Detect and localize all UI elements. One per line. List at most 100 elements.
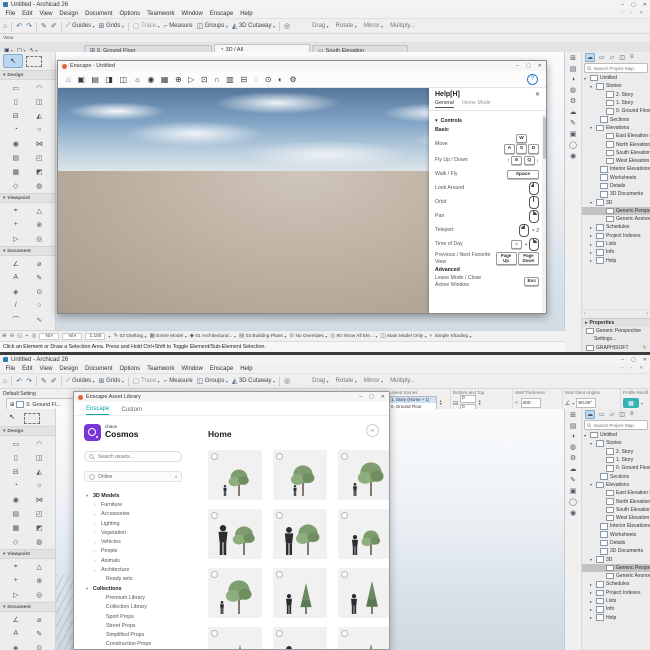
project-map-view-icon[interactable]: ◫	[618, 54, 626, 61]
design-tool-icon[interactable]: ◇	[7, 535, 25, 548]
palette-icon[interactable]: ▤	[570, 65, 577, 73]
project-map-view-icon[interactable]: ▱	[609, 411, 616, 418]
project-map-item[interactable]: ▸ Project Indexes	[582, 232, 650, 240]
story-top-option[interactable]: 1. Story (Home + 1)	[390, 397, 436, 404]
project-map-item[interactable]: ▾ Elevations	[582, 124, 650, 132]
home-icon[interactable]: ⌂	[66, 75, 71, 84]
expander-icon[interactable]: ▾	[590, 200, 594, 205]
profile-modifier-chip[interactable]: ▦	[623, 398, 639, 408]
help-scrollbar[interactable]	[542, 114, 546, 313]
trace-button[interactable]: ▢Trace▾	[133, 22, 160, 30]
design-tool-icon[interactable]: ▦	[7, 521, 25, 534]
stepper-icon[interactable]: ▲▼	[478, 400, 481, 407]
project-map-item[interactable]: South Elevation (Auto-...	[582, 149, 650, 157]
zoom-field[interactable]: N/A	[39, 333, 59, 340]
palette-icon[interactable]: ◑	[571, 433, 575, 440]
project-map-item[interactable]: Sections	[582, 115, 650, 123]
enscape-close-button[interactable]: ✕	[538, 63, 542, 69]
menu-item[interactable]: File	[2, 11, 19, 17]
scroll-right-icon[interactable]: ›	[646, 311, 648, 317]
palette-icon[interactable]: ◯	[569, 141, 577, 149]
palette-icon[interactable]: ◍	[570, 443, 576, 451]
asset-category-item[interactable]: Ready sets	[84, 575, 196, 584]
menu-item[interactable]: Design	[56, 11, 82, 17]
arrow-tool[interactable]: ↖	[3, 54, 23, 68]
palette-icon[interactable]: ☁	[570, 465, 577, 473]
project-map-view-icon[interactable]: ◫	[618, 411, 626, 418]
design-tool-icon[interactable]: ▭	[7, 437, 25, 450]
project-map-item[interactable]: ▾ Untitled	[582, 431, 650, 439]
project-map-item[interactable]: Interior Elevations	[582, 165, 650, 173]
document-tool-icon[interactable]: ◈	[7, 285, 25, 298]
project-map-item[interactable]: Interior Elevations	[582, 522, 650, 530]
enscape-viewport[interactable]: Help[H] ✕ General Home Mode ▾Controls Ba…	[58, 88, 546, 313]
project-map-item[interactable]: ▾ Stories	[582, 439, 650, 447]
drag-button[interactable]: Drag▾	[312, 23, 329, 29]
menu-item[interactable]: Window	[178, 11, 206, 17]
project-map-item[interactable]: Details	[582, 539, 650, 547]
redo-icon[interactable]: ↷	[26, 377, 32, 385]
help-close-icon[interactable]: ✕	[535, 91, 540, 98]
menu-item[interactable]: Document	[82, 366, 116, 372]
document-tool-icon[interactable]: ⊙	[30, 285, 48, 298]
design-tool-icon[interactable]: ◉	[7, 137, 25, 150]
asset-category-item[interactable]: › Lighting	[84, 519, 196, 528]
menu-item[interactable]: File	[2, 366, 19, 372]
marquee-tool[interactable]	[26, 56, 42, 67]
properties-header[interactable]: ▸Properties	[582, 319, 650, 327]
menu-item[interactable]: Help	[237, 11, 256, 17]
rotation-field[interactable]: N/A	[62, 333, 82, 340]
help-controls-header[interactable]: ▾Controls	[435, 116, 539, 125]
shading-chip[interactable]: ◐Simple Shading▾	[430, 333, 472, 339]
asset-category-item[interactable]: ▾ 3D Models	[84, 491, 196, 500]
expander-icon[interactable]: ▾	[584, 433, 588, 438]
asset-category-item[interactable]: › Animals	[84, 556, 196, 565]
design-tool-icon[interactable]: ◰	[30, 151, 48, 164]
project-map-item[interactable]: West Elevation (Auto-r...	[582, 514, 650, 522]
design-tool-icon[interactable]: ◫	[30, 451, 48, 464]
guides-button[interactable]: ⟋Guides▾	[66, 377, 95, 385]
expander-icon[interactable]: ▸	[590, 242, 594, 247]
stepper-icon[interactable]: ▲▼	[439, 400, 442, 407]
asset-category-item[interactable]: › People	[84, 547, 196, 556]
overrides-chip[interactable]: ⊘No Overrides▾	[289, 333, 327, 339]
viewpoint-tool-icon[interactable]: ⌖	[7, 204, 25, 217]
document-tool-icon[interactable]: ◈	[7, 641, 25, 650]
help-icon[interactable]: ?	[527, 74, 538, 85]
model-view-chip[interactable]: ▤03 Building Plans▾	[239, 333, 286, 339]
toolbox-section-viewpoint[interactable]: ▾Viewpoint	[0, 549, 55, 559]
design-tool-icon[interactable]: ⊟	[7, 465, 25, 478]
project-map-view-icon[interactable]: ▭	[598, 411, 606, 418]
undo-icon[interactable]: ↶	[16, 22, 22, 30]
menu-item[interactable]: Options	[116, 11, 144, 17]
expander-icon[interactable]: ▸	[590, 590, 594, 595]
expander-icon[interactable]: ▸	[590, 582, 594, 587]
expander-icon[interactable]: ▾	[590, 441, 594, 446]
expander-icon[interactable]: ▸	[590, 225, 594, 230]
arrow-tool[interactable]: ↖	[3, 411, 21, 423]
project-map-item[interactable]: South Elevation (Auto-...	[582, 506, 650, 514]
project-map-search-input[interactable]	[593, 66, 645, 71]
light-view-icon[interactable]: ☼	[134, 75, 141, 84]
project-map-item[interactable]: East Elevation (Auto-re...	[582, 489, 650, 497]
help-tab-home-mode[interactable]: Home Mode	[462, 100, 491, 108]
renovation-filter-chip[interactable]: ◎90 Show All Ele...▾	[330, 333, 377, 339]
project-map-item[interactable]: ▸ Help	[582, 614, 650, 622]
screenshot-icon[interactable]: ▣	[77, 75, 85, 84]
design-tool-icon[interactable]: ▤	[7, 507, 25, 520]
document-tool-icon[interactable]: ∠	[7, 613, 25, 626]
asset-card[interactable]	[273, 509, 327, 559]
fit-view-icon[interactable]: ◱	[17, 333, 22, 339]
fullscreen-icon[interactable]: ⊡	[201, 75, 208, 84]
pen-set-chip[interactable]: ◆01 Architectural...▾	[190, 333, 236, 339]
grids-button[interactable]: ⊞Grids▾	[99, 377, 124, 385]
viewpoint-tool-icon[interactable]: ⊕	[30, 574, 48, 587]
walk-mode-icon[interactable]: ◉	[147, 75, 154, 84]
menu-item[interactable]: Teamwork	[144, 11, 178, 17]
document-tool-icon[interactable]: /	[7, 299, 25, 312]
palette-icon[interactable]: ⚙	[570, 454, 576, 462]
close-button[interactable]: ✕	[643, 357, 647, 363]
minimize-button[interactable]: –	[621, 357, 624, 363]
design-tool-icon[interactable]: ☼	[30, 479, 48, 492]
expander-icon[interactable]: ▸	[590, 233, 594, 238]
